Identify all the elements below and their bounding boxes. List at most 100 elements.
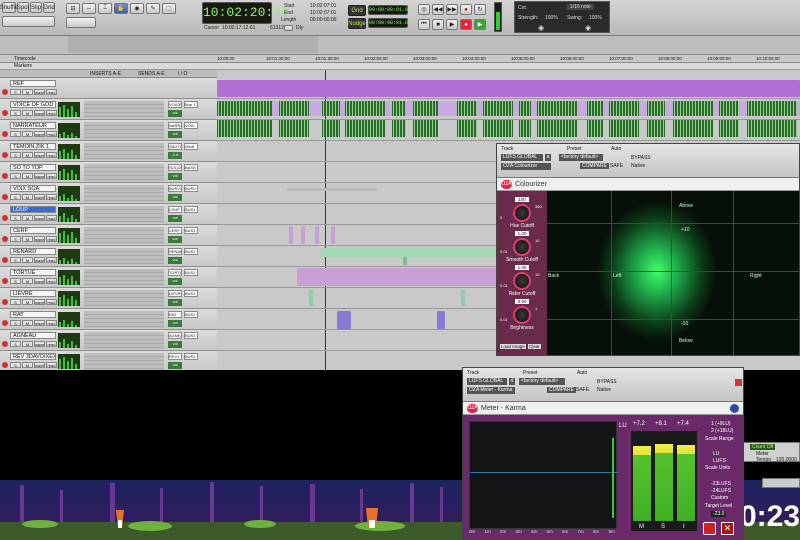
scrubber-tool-icon[interactable]: ◉ — [130, 3, 144, 14]
track-wave-button[interactable]: wave — [34, 152, 45, 158]
clip-narrateur-wave[interactable] — [719, 120, 739, 137]
meter-insert-name[interactable]: OZA Meter - Karma — [467, 387, 515, 394]
track-output[interactable]: Bus 1 — [184, 101, 198, 108]
clip-voice-wave[interactable] — [345, 101, 385, 116]
track-wave-button[interactable]: wave — [34, 320, 45, 326]
clip-voice-wave[interactable] — [413, 101, 438, 116]
track-volume[interactable]: -2.6 — [168, 152, 182, 159]
track-s-button[interactable]: S — [10, 320, 21, 326]
zoom-icon[interactable]: ⊟ — [66, 3, 80, 14]
meter-track-selector[interactable]: LUFS GLOBAL — [467, 378, 507, 385]
cnt-value[interactable]: 1/16 note — [567, 4, 594, 10]
track-read-button[interactable]: read — [46, 173, 57, 179]
reset-meter-icon[interactable]: ✕ — [721, 522, 734, 535]
track-s-button[interactable]: S — [10, 152, 21, 158]
track-m-button[interactable]: M — [22, 194, 33, 200]
track-m-button[interactable]: M — [22, 236, 33, 242]
record-enable-icon[interactable] — [2, 152, 8, 158]
knob-value[interactable]: 100 — [515, 197, 529, 202]
clip-voice-wave[interactable] — [279, 101, 309, 116]
track-wave-button[interactable]: wave — [34, 173, 45, 179]
track-wave-button[interactable]: wave — [34, 341, 45, 347]
track-volume[interactable]: vol — [168, 362, 182, 369]
clear-button[interactable]: Clear — [528, 344, 541, 349]
track-name[interactable]: RENARD — [10, 248, 56, 255]
clip-voice-wave[interactable] — [673, 101, 713, 116]
edit-mode-selector[interactable] — [66, 17, 96, 28]
track-output[interactable]: BUS1 — [184, 206, 198, 213]
clip-cerf[interactable] — [301, 226, 305, 244]
meter-compare-button[interactable]: COMPARE — [547, 387, 576, 393]
track-input[interactable]: AGNEA — [168, 332, 182, 339]
track-row[interactable]: LOUP S Mwave read LOUP BUS1 vol — [0, 204, 217, 225]
track-wave-button[interactable]: wave — [34, 278, 45, 284]
clip-narrateur-wave[interactable] — [609, 120, 639, 137]
unit-lufs[interactable]: LUFS — [713, 458, 726, 464]
clip-voice-wave[interactable] — [647, 101, 665, 116]
clip-voice-wave[interactable] — [719, 101, 739, 116]
insert-slots[interactable] — [84, 290, 164, 307]
record-enable-icon[interactable] — [2, 341, 8, 347]
track-volume[interactable]: vol — [168, 257, 182, 264]
target-23[interactable]: -23LUFS — [711, 481, 731, 487]
insert-slots[interactable] — [84, 101, 164, 118]
track-wave-button[interactable]: wave — [34, 131, 45, 137]
clip-lievre[interactable] — [461, 290, 465, 306]
track-s-button[interactable]: S — [10, 215, 21, 221]
track-input[interactable]: VOICE — [168, 101, 182, 108]
track-volume[interactable]: vol — [168, 278, 182, 285]
track-input[interactable]: SOCO1 — [168, 164, 182, 171]
nudge-value[interactable]: 00:00:00:01.00 — [368, 18, 411, 28]
knob-control[interactable] — [513, 272, 531, 290]
insert-slots[interactable] — [84, 143, 164, 160]
grabber-tool-icon[interactable]: ✋ — [114, 3, 128, 14]
scale-opt2[interactable]: 2 (+18LU) — [711, 428, 733, 434]
insert-slots[interactable] — [84, 122, 164, 139]
clip-voice-wave[interactable] — [537, 101, 577, 116]
track-wave-button[interactable]: wave — [34, 89, 45, 95]
track-name[interactable]: REF — [10, 80, 56, 87]
insert-slots[interactable] — [84, 185, 164, 202]
track-volume[interactable]: vol — [168, 131, 182, 138]
track-row[interactable]: TEMOIN ZIK 1 S Mwave read SAUTI OmB -2.6 — [0, 141, 217, 162]
track-m-button[interactable]: M — [22, 173, 33, 179]
track-row[interactable]: REV 3DAVOIXEXT S Mwave read REV1 BUS1 vol — [0, 351, 217, 370]
clip-narrateur-wave[interactable] — [519, 120, 531, 137]
spot-button[interactable]: Spot — [17, 2, 29, 13]
meter-safe-button[interactable]: SAFE — [576, 387, 589, 393]
insert-slots[interactable] — [84, 353, 164, 370]
track-read-button[interactable]: read — [46, 299, 57, 305]
track-m-button[interactable]: M — [22, 131, 33, 137]
clip-voice-wave[interactable] — [519, 101, 531, 116]
track-s-button[interactable]: S — [10, 278, 21, 284]
record-arm-icon[interactable]: ● — [460, 19, 472, 30]
clip-voice-wave[interactable] — [457, 101, 477, 116]
mini-transport-buttons[interactable] — [762, 478, 800, 488]
record-enable-icon[interactable] — [2, 89, 8, 95]
track-output[interactable]: BUS1 — [184, 311, 198, 318]
track-m-button[interactable]: M — [22, 278, 33, 284]
load-image-button[interactable]: Load Image — [500, 344, 526, 349]
swing-knob-icon[interactable]: ◉ — [585, 24, 591, 32]
clip-ref[interactable] — [217, 80, 800, 97]
track-volume[interactable]: vol — [168, 320, 182, 327]
clip-narrateur-wave[interactable] — [537, 120, 577, 137]
track-row[interactable]: RENARD S Mwave read RENAR BUS1 vol — [0, 246, 217, 267]
clip-narrateur-wave[interactable] — [647, 120, 665, 137]
track-input[interactable]: BUSV1 — [168, 185, 182, 192]
selector-tool-icon[interactable]: ⌶ — [98, 3, 112, 14]
loop-icon[interactable]: ↻ — [474, 4, 486, 15]
track-s-button[interactable]: S — [10, 110, 21, 116]
nudge-toggle[interactable]: Nudge — [348, 18, 366, 29]
track-input[interactable]: SAUTI — [168, 143, 182, 150]
track-name[interactable]: TEMOIN ZIK 1 — [10, 143, 56, 150]
track-input[interactable]: CERF — [168, 227, 182, 234]
clip-cerf[interactable] — [331, 226, 335, 244]
clip-lievre[interactable] — [309, 290, 313, 306]
track-read-button[interactable]: read — [46, 152, 57, 158]
track-output[interactable]: BASS — [184, 164, 198, 171]
track-wave-button[interactable]: wave — [34, 215, 45, 221]
grid-button[interactable]: Grid — [43, 2, 55, 13]
track-m-button[interactable]: M — [22, 257, 33, 263]
track-input[interactable]: REV1 — [168, 353, 182, 360]
